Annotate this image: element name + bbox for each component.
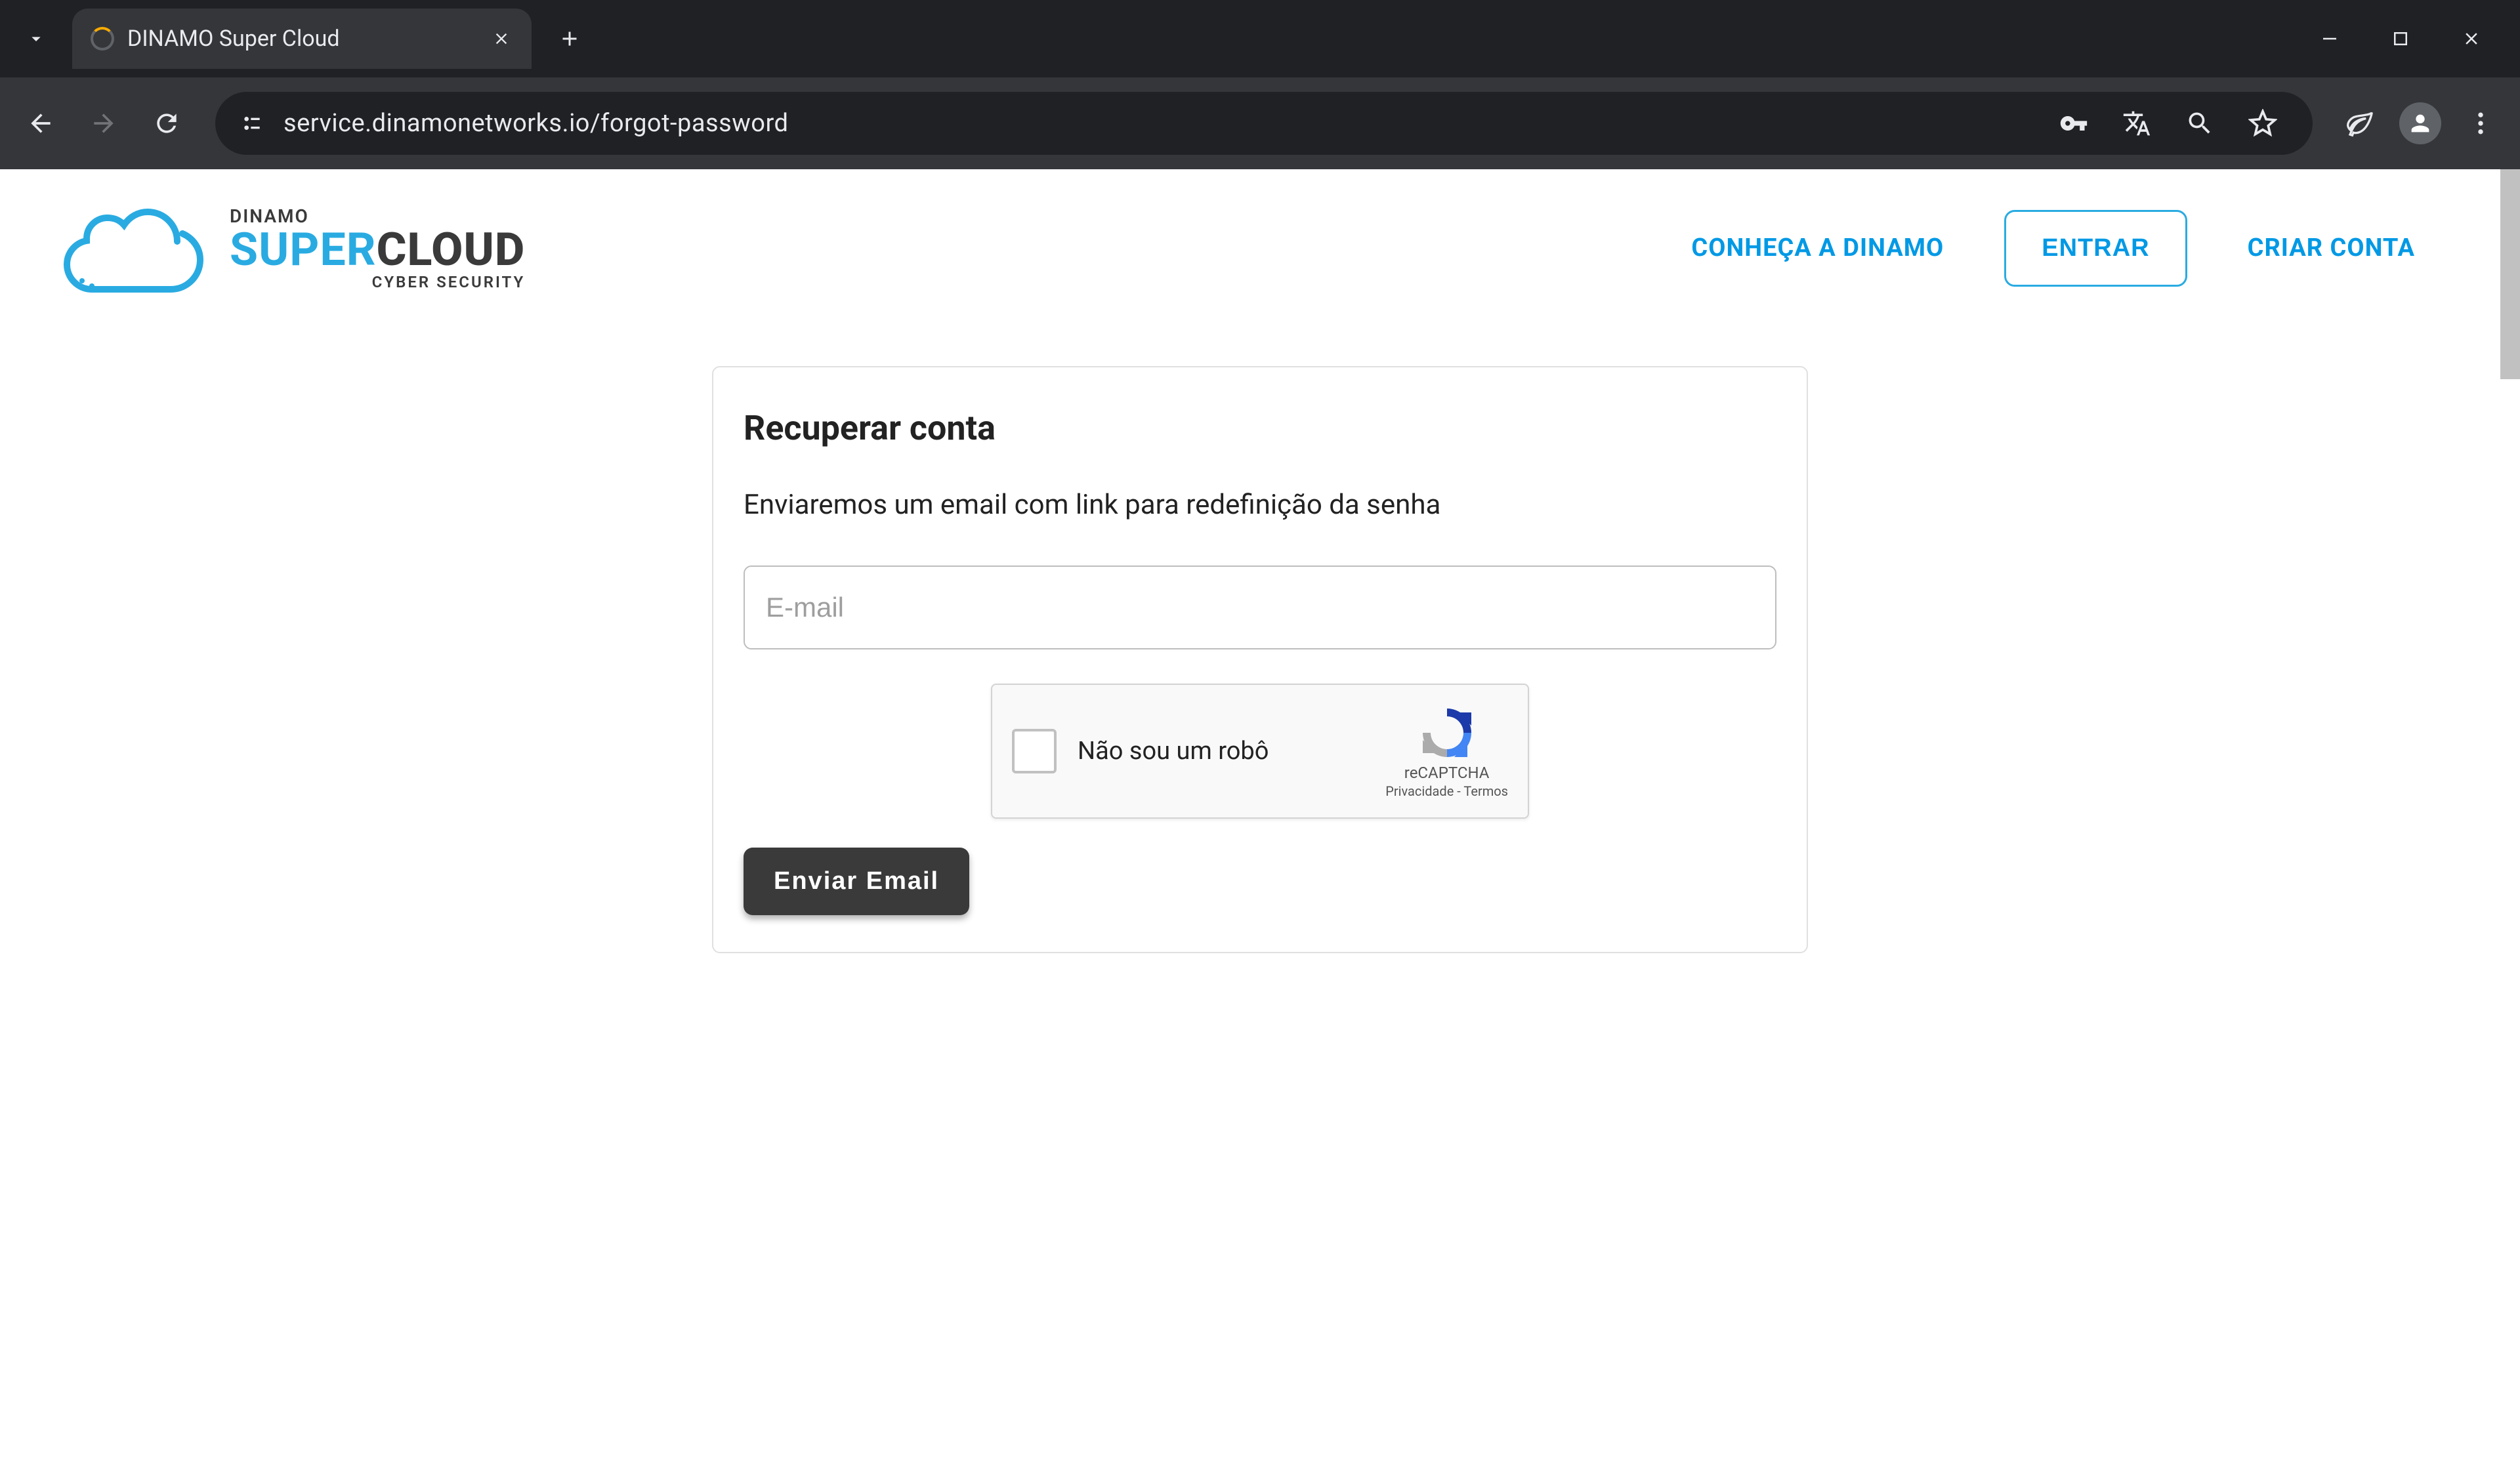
tab-strip: DINAMO Super Cloud xyxy=(0,0,2520,77)
browser-chrome: DINAMO Super Cloud xyxy=(0,0,2520,169)
recaptcha-label: Não sou um robô xyxy=(1078,737,1364,766)
card-description: Enviaremos um email com link para redefi… xyxy=(744,489,1776,521)
browser-toolbar: service.dinamonetworks.io/forgot-passwor… xyxy=(0,77,2520,169)
header-nav: CONHEÇA A DINAMO ENTRAR CRIAR CONTA xyxy=(1691,210,2415,287)
recaptcha-terms-link[interactable]: Termos xyxy=(1463,783,1508,799)
recaptcha-links: Privacidade - Termos xyxy=(1385,783,1508,799)
translate-icon[interactable] xyxy=(2110,97,2163,150)
site-header: DINAMO SUPERCLOUD CYBER SECURITY CONHEÇA… xyxy=(0,169,2520,327)
reload-button[interactable] xyxy=(139,96,194,151)
nav-link-criar-conta[interactable]: CRIAR CONTA xyxy=(2248,234,2415,262)
site-settings-button[interactable] xyxy=(239,110,265,136)
card-title: Recuperar conta xyxy=(744,408,1776,448)
window-minimize-button[interactable] xyxy=(2300,14,2360,64)
url-text: service.dinamonetworks.io/forgot-passwor… xyxy=(284,109,788,138)
recaptcha-brand: reCAPTCHA Privacidade - Termos xyxy=(1385,703,1508,799)
recaptcha-widget: Não sou um robô reCAPTCHA Privacidade - … xyxy=(991,684,1529,819)
browser-tab-active[interactable]: DINAMO Super Cloud xyxy=(72,9,532,69)
recaptcha-checkbox[interactable] xyxy=(1012,729,1057,773)
new-tab-button[interactable] xyxy=(547,16,592,61)
send-email-button[interactable]: Enviar Email xyxy=(744,848,969,915)
recaptcha-privacy-link[interactable]: Privacidade xyxy=(1385,783,1454,799)
cloud-icon xyxy=(46,195,210,300)
tab-search-button[interactable] xyxy=(13,16,59,62)
page-content: DINAMO SUPERCLOUD CYBER SECURITY CONHEÇA… xyxy=(0,169,2520,1480)
logo-tagline: CYBER SECURITY xyxy=(230,273,525,291)
logo-text: DINAMO SUPERCLOUD CYBER SECURITY xyxy=(230,205,525,291)
recover-account-card: Recuperar conta Enviaremos um email com … xyxy=(712,366,1808,953)
profile-button[interactable] xyxy=(2394,97,2446,150)
logo-product-line: SUPERCLOUD xyxy=(230,227,525,273)
nav-link-conheca[interactable]: CONHEÇA A DINAMO xyxy=(1691,234,1944,262)
scrollbar-thumb[interactable] xyxy=(2500,169,2520,379)
window-controls xyxy=(2300,14,2520,64)
email-input[interactable] xyxy=(744,565,1776,649)
window-maximize-button[interactable] xyxy=(2370,14,2431,64)
recaptcha-brand-name: reCAPTCHA xyxy=(1404,764,1490,782)
bookmark-star-icon[interactable] xyxy=(2236,97,2289,150)
window-close-button[interactable] xyxy=(2441,14,2502,64)
tab-close-button[interactable] xyxy=(490,27,513,51)
zoom-icon[interactable] xyxy=(2174,97,2226,150)
login-button[interactable]: ENTRAR xyxy=(2004,210,2187,287)
leaf-icon[interactable] xyxy=(2334,97,2386,150)
menu-kebab-icon[interactable] xyxy=(2454,97,2507,150)
password-key-icon[interactable] xyxy=(2048,97,2100,150)
tab-title: DINAMO Super Cloud xyxy=(127,26,476,52)
back-button[interactable] xyxy=(13,96,68,151)
address-bar[interactable]: service.dinamonetworks.io/forgot-passwor… xyxy=(215,92,2313,155)
logo[interactable]: DINAMO SUPERCLOUD CYBER SECURITY xyxy=(46,195,525,300)
forward-button[interactable] xyxy=(76,96,131,151)
recaptcha-logo-icon xyxy=(1418,703,1477,762)
loading-spinner-icon xyxy=(91,27,114,51)
